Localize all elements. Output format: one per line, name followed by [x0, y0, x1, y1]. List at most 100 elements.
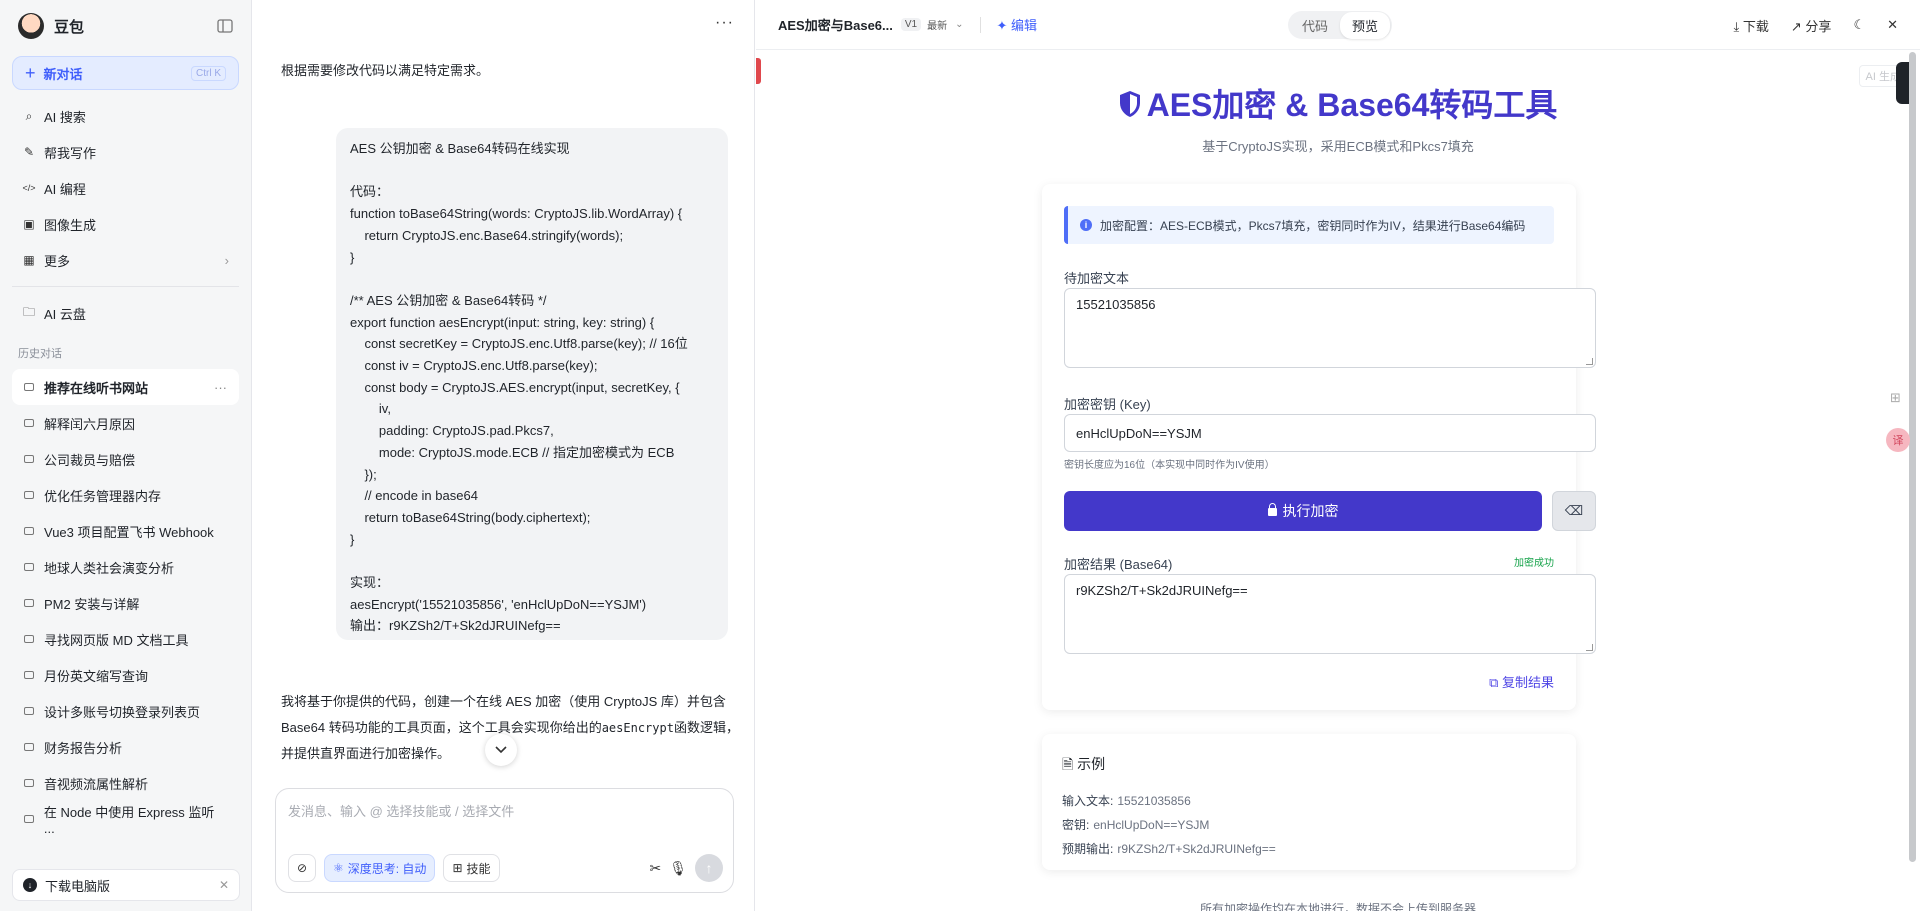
history-item[interactable]: 地球人类社会演变分析 [12, 549, 239, 585]
attach-button[interactable]: ⊘ [288, 854, 316, 882]
scissors-icon[interactable]: ✂ [649, 860, 661, 877]
microphone-icon[interactable]: 🎙 [669, 860, 687, 877]
collapse-sidebar-icon[interactable] [217, 19, 233, 33]
search-icon: ⌕ [25, 108, 33, 123]
preview-actions: ⤓ 下载 ↗ 分享 ☾ ✕ [1734, 0, 1898, 50]
message-composer[interactable]: 发消息、输入 @ 选择技能或 / 选择文件 ⊘ ⚛ 深度思考: 自动 ⊞ 技能 ✂ … [275, 788, 734, 893]
close-icon[interactable]: ✕ [1887, 17, 1898, 33]
download-button[interactable]: ⤓ 下载 [1734, 16, 1769, 35]
divider [979, 16, 981, 33]
nav-writing[interactable]: ✎ 帮我写作 [0, 134, 251, 170]
send-button[interactable]: ↑ [695, 854, 723, 882]
history-item-label: 公司裁员与赔偿 [44, 452, 136, 468]
nav-label: 图像生成 [44, 217, 97, 233]
nav-ai-cloud[interactable]: 🗀 AI 云盘 [0, 295, 251, 331]
config-info-banner: i 加密配置：AES-ECB模式，Pkcs7填充，密钥同时作为IV，结果进行Ba… [1064, 206, 1554, 244]
preview-panel: AES加密与Base6... V1 最新 ⌄ ✦ 编辑 代码 预览 ⤓ 下载 ↗… [756, 0, 1920, 911]
history-item[interactable]: 优化任务管理器内存 [12, 477, 239, 513]
avatar[interactable] [18, 13, 44, 39]
artifact-title[interactable]: AES加密与Base6... [778, 15, 893, 34]
chat-bubble-icon [24, 419, 34, 427]
user-message-bubble: AES 公钥加密 & Base64转码在线实现 代码： function toB… [336, 128, 728, 640]
translate-icon[interactable]: 译 [1886, 428, 1910, 452]
encrypt-button[interactable]: 执行加密 [1064, 491, 1542, 531]
sidebar: 豆包 + 新对话 Ctrl K ⌕ AI 搜索 ✎ 帮我写作 </> AI 编程… [0, 0, 252, 911]
history-item[interactable]: Vue3 项目配置飞书 Webhook [12, 513, 239, 549]
view-toggle: 代码 预览 [1288, 11, 1393, 39]
app-subtitle: 基于CryptoJS实现，采用ECB模式和Pkcs7填充 [1202, 139, 1474, 154]
scrollbar[interactable] [1909, 52, 1916, 862]
edit-label: 编辑 [1011, 18, 1038, 33]
skills-button[interactable]: ⊞ 技能 [443, 854, 500, 882]
code-icon: </> [22, 183, 36, 193]
history-item-label: 财务报告分析 [44, 740, 123, 756]
nav-ai-coding[interactable]: </> AI 编程 [0, 170, 251, 206]
tab-code[interactable]: 代码 [1290, 12, 1340, 39]
chevron-down-icon[interactable]: ⌄ [955, 19, 963, 30]
key-input[interactable]: enHclUpDoN==YSJM [1064, 414, 1596, 452]
example-key-label: 密钥: [1062, 818, 1090, 832]
grid-icon: ▦ [23, 253, 35, 267]
more-options-icon[interactable]: ··· [214, 380, 227, 395]
nav-more[interactable]: ▦ 更多 › [0, 242, 251, 278]
history-item[interactable]: 在 Node 中使用 Express 监听 ... [12, 801, 239, 837]
status-badge: 加密成功 [1514, 558, 1554, 569]
copy-icon: ⧉ [1489, 675, 1502, 690]
example-output-label: 预期输出: [1062, 842, 1114, 856]
brain-icon: ⚛ [333, 861, 344, 875]
brand-name: 豆包 [54, 18, 85, 36]
clear-button[interactable]: ⌫ [1552, 491, 1596, 531]
nav-image-gen[interactable]: ▣ 图像生成 [0, 206, 251, 242]
new-chat-button[interactable]: + 新对话 Ctrl K [12, 56, 239, 90]
copy-result-button[interactable]: ⧉ 复制结果 [1489, 672, 1554, 691]
history-item[interactable]: 解释闰六月原因 [12, 405, 239, 441]
history-item[interactable]: 音视频流属性解析 [12, 765, 239, 801]
image-icon: ▣ [23, 217, 35, 231]
chat-bubble-icon [24, 455, 34, 463]
download-desktop-button[interactable]: ↓ 下载电脑版 ✕ [12, 869, 240, 901]
history-item[interactable]: PM2 安装与详解 [12, 585, 239, 621]
history-item[interactable]: 寻找网页版 MD 文档工具 [12, 621, 239, 657]
edit-button[interactable]: ✦ 编辑 [997, 15, 1038, 34]
download-icon: ⤓ [1733, 18, 1743, 34]
history-item[interactable]: 公司裁员与赔偿 [12, 441, 239, 477]
close-icon[interactable]: ✕ [219, 878, 229, 892]
nav-label: 帮我写作 [44, 145, 97, 161]
share-button[interactable]: ↗ 分享 [1791, 16, 1832, 35]
history-item-label: 地球人类社会演变分析 [44, 560, 175, 576]
history-item-label: 月份英文缩写查询 [44, 668, 149, 684]
example-output-row: 预期输出: r9KZSh2/T+Sk2dJRUINefg== [1062, 840, 1276, 857]
qr-code-icon[interactable]: ⊞ [1890, 390, 1908, 408]
nav-ai-search[interactable]: ⌕ AI 搜索 [0, 98, 251, 134]
app-title-text: AES加密 & Base64转码工具 [1146, 87, 1558, 123]
composer-placeholder[interactable]: 发消息、输入 @ 选择技能或 / 选择文件 [288, 801, 514, 820]
more-options-icon[interactable]: ··· [715, 14, 734, 32]
theme-toggle-icon[interactable]: ☾ [1853, 17, 1865, 33]
new-chat-label: 新对话 [43, 66, 83, 82]
history-item[interactable]: 设计多账号切换登录列表页 [12, 693, 239, 729]
history-item-label: 音视频流属性解析 [44, 776, 149, 792]
history-item[interactable]: 推荐在线听书网站 ··· [12, 369, 239, 405]
history-item[interactable]: 月份英文缩写查询 [12, 657, 239, 693]
history-item-label: PM2 安装与详解 [44, 596, 140, 612]
history-title: 历史对话 [18, 348, 62, 360]
history-item-label: 解释闰六月原因 [44, 416, 136, 432]
deep-think-toggle[interactable]: ⚛ 深度思考: 自动 [324, 854, 436, 882]
plaintext-textarea[interactable]: 15521035856 [1064, 288, 1596, 368]
scroll-to-bottom-button[interactable] [485, 734, 517, 766]
history-item-label: 设计多账号切换登录列表页 [44, 704, 201, 720]
example-input-label: 输入文本: [1062, 794, 1114, 808]
example-input-row: 输入文本: 15521035856 [1062, 792, 1191, 809]
config-info-text: 加密配置：AES-ECB模式，Pkcs7填充，密钥同时作为IV，结果进行Base… [1100, 218, 1526, 233]
result-textarea[interactable]: r9KZSh2/T+Sk2dJRUINefg== [1064, 574, 1596, 654]
divider [12, 286, 239, 287]
history-item-label: 寻找网页版 MD 文档工具 [44, 632, 189, 648]
history-item[interactable]: 财务报告分析 [12, 729, 239, 765]
chat-bubble-icon [24, 383, 34, 391]
tab-preview[interactable]: 预览 [1340, 11, 1391, 39]
encrypt-button-label: 执行加密 [1282, 503, 1339, 519]
app-title: AES加密 & Base64转码工具 [756, 80, 1920, 126]
deep-think-label: 深度思考: 自动 [347, 861, 427, 876]
example-title: 🗎 示例 [1062, 754, 1105, 778]
key-hint: 密钥长度应为16位（本实现中同时作为IV使用） [1064, 460, 1275, 471]
